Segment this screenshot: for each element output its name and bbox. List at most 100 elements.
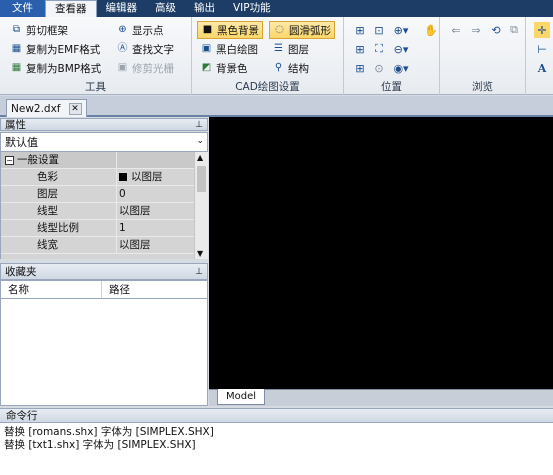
copy-bmp-label: 复制为BMP格式 [26,62,102,75]
property-row-layer[interactable]: 图层 0 [1,186,208,203]
properties-preset-select[interactable]: 默认值 ⌄ [0,132,208,152]
document-tab[interactable]: New2.dxf ✕ [6,99,87,117]
menu-editor[interactable]: 编辑器 [97,0,147,17]
bw-drawing-button[interactable]: ▣ 黑白绘图 [200,40,258,58]
copy-bmp-icon: ▦ [11,62,22,73]
copy-view-icon[interactable]: ⧉ [506,22,522,38]
scroll-up-icon[interactable]: ▲ [197,153,203,162]
zoom-window-icon[interactable]: ⊡ [371,22,387,38]
favorites-title: 收藏夹 [5,266,37,278]
copy-emf-label: 复制为EMF格式 [26,43,101,56]
document-tab-strip: New2.dxf ✕ [0,96,553,117]
column-path[interactable]: 路径 [102,281,130,298]
property-row-linetype[interactable]: 线型 以图层 [1,203,208,220]
measure-icon[interactable]: ⊢ [534,41,550,57]
property-value: 以图层 [131,170,163,183]
back-arrow-icon[interactable]: ⇐ [448,22,464,38]
property-row-linetype-scale[interactable]: 线型比例 1 [1,220,208,237]
copy-bmp-button[interactable]: ▦ 复制为BMP格式 [10,59,101,77]
scroll-down-icon[interactable]: ▼ [197,249,203,258]
drawing-canvas[interactable] [209,117,553,389]
menu-viewer[interactable]: 查看器 [45,0,97,17]
structure-icon: ⚲ [274,62,283,73]
menu-advanced[interactable]: 高级 [146,0,185,17]
find-text-icon: Ⓐ [117,43,128,54]
browse-group-title: 浏览 [472,81,493,93]
properties-title: 属性 [5,119,26,131]
refresh-icon[interactable]: ⟲ [488,22,504,38]
property-name: 线型比例 [1,220,117,236]
favorites-list[interactable] [0,299,208,406]
property-scrollbar[interactable]: ▲ ▼ [194,152,208,259]
select-area-icon[interactable]: ⊞ [352,41,368,57]
crosshair-tool-icon[interactable]: ✛ [534,22,550,38]
menu-output[interactable]: 输出 [185,0,224,17]
property-category-label: 一般设置 [17,153,59,166]
ribbon-group-tools: ⧉ 剪切框架 ▦ 复制为EMF格式 ▦ 复制为BMP格式 ⊕ 显示点 Ⓐ 查找文… [0,17,192,95]
ribbon-group-position: ⊞ ⊡ ⊕▾ ✋ ⊞ ⛶ ⊖▾ ⊞ ⊙ ◉▾ 位置 [344,17,440,95]
property-name: 线宽 [1,237,117,253]
copy-emf-icon: ▦ [11,43,22,54]
background-color-button[interactable]: ◩ 背景色 [200,59,248,77]
ribbon-group-cad-settings: ■ 黑色背景 ◌ 圆滑弧形 ▣ 黑白绘图 ☰ 图层 ◩ 背景色 ⚲ 结构 CAD… [192,17,344,95]
trim-raster-icon: ▣ [117,62,128,73]
background-color-label: 背景色 [216,62,248,75]
model-tab[interactable]: Model [217,389,266,405]
crosshair-icon: ⊕ [118,24,127,35]
command-line: 替换 [romans.shx] 字体为 [SIMPLEX.SHX] [4,426,214,438]
text-tool-icon[interactable]: A [534,60,550,76]
black-background-button[interactable]: ■ 黑色背景 [197,21,263,39]
magnifier-icon[interactable]: ⊙ [371,60,387,76]
color-swatch [119,173,127,181]
document-tab-label: New2.dxf [11,102,61,115]
chevron-down-icon: ⌄ [196,136,204,146]
ribbon: ⧉ 剪切框架 ▦ 复制为EMF格式 ▦ 复制为BMP格式 ⊕ 显示点 Ⓐ 查找文… [0,17,553,95]
property-row-color[interactable]: 色彩 以图层 [1,169,208,186]
clip-frame-button[interactable]: ⧉ 剪切框架 [10,21,68,39]
grid-view-icon[interactable]: ⊞ [352,60,368,76]
layers-button[interactable]: ☰ 图层 [272,40,309,58]
structure-label: 结构 [288,62,309,75]
property-row-lineweight[interactable]: 线宽 以图层 [1,237,208,254]
property-grid: − 一般设置 色彩 以图层 图层 0 线型 以图层 线型比例 1 线宽 以图层 … [0,152,208,259]
close-icon[interactable]: ✕ [68,102,82,115]
menu-vip[interactable]: VIP功能 [224,0,280,17]
ribbon-group-browse: ⇐ ⇒ ⟲ ⧉ 浏览 [440,17,526,95]
copy-emf-button[interactable]: ▦ 复制为EMF格式 [10,40,100,58]
favorites-panel-header: 收藏夹 ⊥ [0,263,208,280]
pin-icon[interactable]: ⊥ [195,120,203,130]
property-category[interactable]: − 一般设置 [1,152,208,169]
trim-raster-label: 修剪光栅 [132,62,174,75]
find-text-label: 查找文字 [132,43,174,56]
property-name: 图层 [1,186,117,202]
property-name: 线型 [1,203,117,219]
bw-drawing-label: 黑白绘图 [216,43,258,56]
forward-arrow-icon[interactable]: ⇒ [468,22,484,38]
structure-button[interactable]: ⚲ 结构 [272,59,309,77]
command-output[interactable]: 替换 [romans.shx] 字体为 [SIMPLEX.SHX] 替换 [tx… [0,423,553,475]
smooth-arc-icon: ◌ [275,24,284,35]
zoom-extents-icon[interactable]: ⛶ [371,41,387,57]
column-name[interactable]: 名称 [1,281,102,298]
collapse-icon[interactable]: − [5,155,14,165]
show-points-button[interactable]: ⊕ 显示点 [116,21,163,39]
find-text-button[interactable]: Ⓐ 查找文字 [116,40,175,58]
smooth-arc-label: 圆滑弧形 [289,24,331,37]
zoom-out-icon[interactable]: ⊖▾ [393,41,409,57]
pan-hand-icon[interactable]: ✋ [423,22,439,38]
clip-frame-label: 剪切框架 [26,24,68,37]
property-name: 色彩 [1,169,117,185]
layers-icon: ☰ [274,43,283,54]
trim-raster-button[interactable]: ▣ 修剪光栅 [116,59,174,77]
bw-drawing-icon: ▣ [201,43,212,54]
pin-icon[interactable]: ⊥ [195,267,203,277]
smooth-arc-button[interactable]: ◌ 圆滑弧形 [269,21,335,39]
zoom-in-icon[interactable]: ⊕▾ [393,22,409,38]
tools-group-title: 工具 [85,81,106,93]
menu-file[interactable]: 文件 [0,0,45,17]
zoom-real-icon[interactable]: ◉▾ [393,60,409,76]
layout-tab-strip: Model [209,389,553,406]
command-panel-header: 命令行 [0,408,553,423]
scrollbar-thumb[interactable] [197,166,206,192]
fit-view-icon[interactable]: ⊞ [352,22,368,38]
